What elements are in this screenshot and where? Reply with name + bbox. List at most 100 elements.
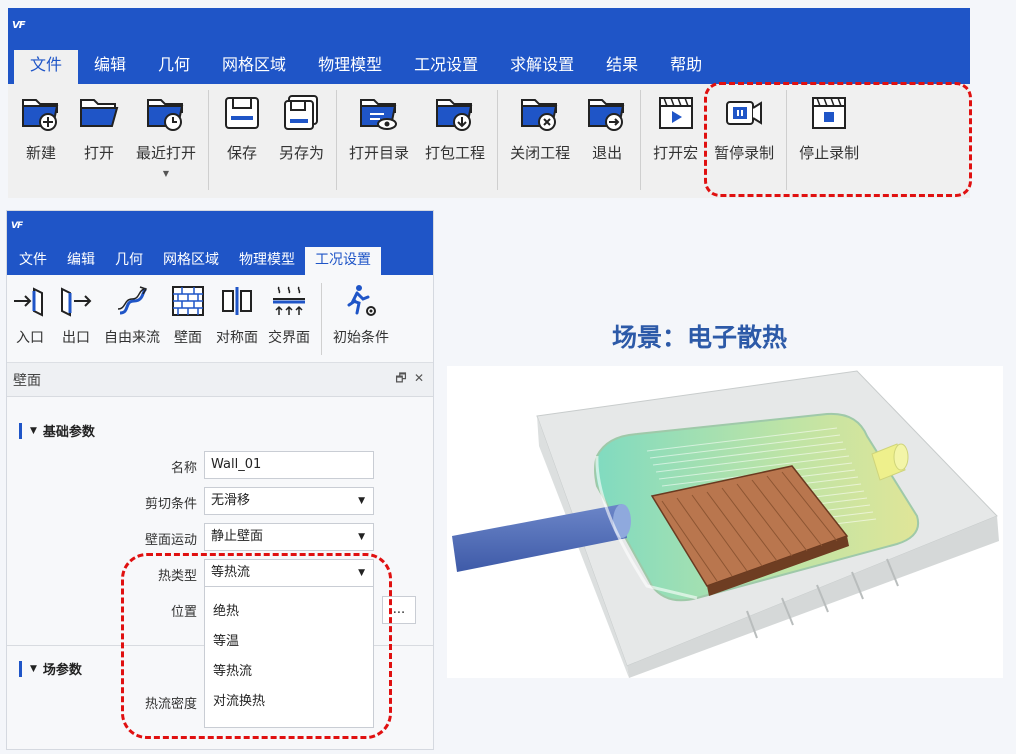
menu2-file[interactable]: 文件 (9, 247, 57, 275)
initial-condition-button[interactable]: 初始条件 (328, 283, 394, 362)
menu-solver-setup[interactable]: 求解设置 (494, 50, 590, 84)
folder-recent-icon (147, 99, 184, 131)
title-bar-2: VF (7, 211, 433, 241)
name-label: 名称 (170, 461, 197, 476)
symmetry-label: 对称面 (216, 330, 258, 346)
file-ribbon: 新建 打开 最近打开 ▼ 保存 另存为 打开目录 打包工程 关闭工程 退出 打开… (8, 84, 970, 198)
menu-results[interactable]: 结果 (590, 50, 654, 84)
stop-recording-button[interactable]: 停止录制 (791, 90, 867, 190)
section-marker (19, 422, 22, 439)
menu-file[interactable]: 文件 (14, 50, 79, 84)
wall-button[interactable]: 壁面 (165, 283, 211, 362)
exit-button[interactable]: 退出 (578, 90, 636, 190)
interface-label: 交界面 (268, 330, 310, 346)
ribbon-group-directory: 打开目录 打包工程 (337, 90, 499, 190)
menu2-geometry[interactable]: 几何 (105, 247, 153, 275)
wall-motion-select[interactable]: 静止壁面 ▼ (204, 523, 374, 551)
open-macro-label: 打开宏 (653, 144, 699, 162)
shear-condition-value: 无滑移 (211, 493, 251, 508)
symmetry-icon (222, 287, 252, 315)
recent-open-label: 最近打开 (136, 144, 197, 162)
open-macro-button[interactable]: 打开宏 (645, 90, 706, 190)
recent-open-button[interactable]: 最近打开 ▼ (128, 90, 204, 190)
pack-project-button[interactable]: 打包工程 (417, 90, 493, 190)
inlet-label: 入口 (16, 330, 44, 346)
collapse-triangle-icon: ▼ (30, 425, 37, 436)
shear-condition-select[interactable]: 无滑移 ▼ (204, 487, 374, 515)
menu2-case-setup[interactable]: 工况设置 (305, 247, 381, 275)
app-logo-2: VF (11, 221, 23, 231)
ribbon-group-save: 保存 另存为 (209, 90, 338, 190)
section-basic-params[interactable]: ▼ 基础参数 (19, 421, 95, 440)
heat-sink-render (452, 370, 999, 678)
heat-option[interactable]: 等温 (205, 627, 373, 657)
heat-flux-density-label: 热流密度 (144, 697, 197, 712)
menu2-physics-model[interactable]: 物理模型 (229, 247, 305, 275)
menu-case-setup[interactable]: 工况设置 (398, 50, 494, 84)
dropdown-arrow-icon: ▼ (358, 496, 365, 506)
heat-sink-scene (447, 366, 1003, 678)
main-menu: 文件 编辑 几何 网格区域 物理模型 工况设置 求解设置 结果 帮助 (8, 46, 970, 84)
inlet-button[interactable]: 入口 (7, 283, 53, 362)
interface-icon (273, 286, 305, 315)
menu-geometry[interactable]: 几何 (142, 50, 206, 84)
symmetry-button[interactable]: 对称面 (211, 283, 263, 362)
ribbon-group-macro: 打开宏 暂停录制 (641, 90, 788, 190)
position-label: 位置 (170, 605, 197, 620)
position-browse-button[interactable]: ... (382, 596, 416, 624)
record-stop-icon (812, 97, 847, 129)
folder-exit-icon (588, 99, 625, 131)
menu-mesh-region[interactable]: 网格区域 (206, 50, 302, 84)
close-icon[interactable]: ✕ (411, 371, 427, 385)
heat-type-label: 热类型 (157, 569, 197, 584)
save-button[interactable]: 保存 (213, 90, 271, 190)
name-field[interactable]: Wall_01 (204, 451, 374, 479)
interface-button[interactable]: 交界面 (263, 283, 315, 362)
save-as-label: 另存为 (279, 144, 325, 162)
menu-help[interactable]: 帮助 (654, 50, 718, 84)
freestream-button[interactable]: 自由来流 (99, 283, 165, 362)
save-icon (225, 97, 260, 129)
section-basic-label: 基础参数 (42, 425, 95, 440)
wall-label: 壁面 (174, 330, 202, 346)
ribbon-group-new-open: 新建 打开 最近打开 ▼ (8, 90, 210, 190)
heat-option[interactable]: 等热流 (205, 657, 373, 687)
wall-motion-value: 静止壁面 (211, 529, 264, 544)
save-as-button[interactable]: 另存为 (271, 90, 332, 190)
save-as-icon (283, 95, 318, 130)
menu-physics-model[interactable]: 物理模型 (302, 50, 398, 84)
heat-type-dropdown: 绝热 等温 等热流 对流换热 (204, 587, 374, 728)
restore-icon[interactable]: 🗗 (393, 369, 409, 390)
ribbon-divider (321, 283, 322, 355)
section-field-params[interactable]: ▼ 场参数 (19, 659, 82, 678)
chevron-down-icon[interactable]: ▼ (163, 169, 169, 178)
menu2-mesh-region[interactable]: 网格区域 (153, 247, 229, 275)
outlet-button[interactable]: 出口 (53, 283, 99, 362)
heat-option[interactable]: 绝热 (205, 597, 373, 627)
menu2-edit[interactable]: 编辑 (57, 247, 105, 275)
open-label: 打开 (83, 144, 114, 162)
save-label: 保存 (227, 144, 258, 162)
dropdown-arrow-icon: ▼ (358, 568, 365, 578)
folder-pack-icon (436, 99, 473, 131)
heat-type-select[interactable]: 等热流 ▼ (204, 559, 374, 587)
collapse-triangle-icon: ▼ (30, 663, 37, 674)
initial-condition-icon (347, 285, 376, 316)
panel-title: 壁面 (13, 372, 41, 389)
heat-option[interactable]: 对流换热 (205, 687, 373, 717)
close-project-button[interactable]: 关闭工程 (502, 90, 578, 190)
menu-edit[interactable]: 编辑 (78, 50, 142, 84)
shear-condition-label: 剪切条件 (144, 497, 197, 512)
open-button[interactable]: 打开 (70, 90, 128, 190)
open-directory-button[interactable]: 打开目录 (341, 90, 417, 190)
initial-condition-label: 初始条件 (333, 330, 389, 346)
pause-recording-button[interactable]: 暂停录制 (706, 90, 782, 190)
new-button[interactable]: 新建 (12, 90, 70, 190)
case-menu: 文件 编辑 几何 网格区域 物理模型 工况设置 (7, 241, 433, 275)
freestream-icon (117, 286, 148, 315)
panel-header: 壁面 🗗 ✕ (7, 363, 433, 397)
pause-recording-label: 暂停录制 (714, 144, 775, 162)
folder-open-icon (80, 99, 119, 127)
ribbon-group-stop: 停止录制 (787, 90, 871, 190)
scene-title: 场景：电子散热 (612, 323, 788, 352)
